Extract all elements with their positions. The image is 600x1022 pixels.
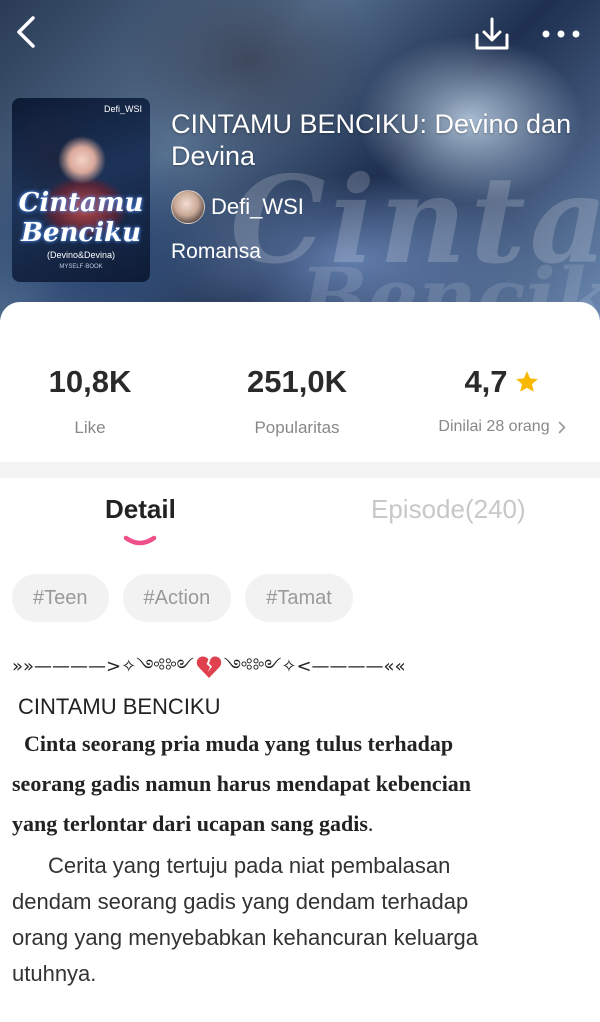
chevron-left-icon (17, 16, 35, 48)
synopsis: »»————>✧༺༻ ༺༻✧<————«« CINTAMU BENCIKU Ci… (12, 652, 592, 992)
tag-action[interactable]: #Action (122, 574, 232, 622)
synopsis-bold-line: Cinta seorang pria muda yang tulus terha… (24, 731, 454, 756)
cover-author-tag: Defi_WSI (103, 104, 142, 114)
hero-banner: Cintamu Benciku Defi_WSI Cintamu Benciku… (0, 0, 600, 320)
detail-sheet: 10,8K Like 251,0K Popularitas 4,7 Dinila… (0, 302, 600, 1022)
like-label: Like (74, 418, 106, 437)
stat-popularity: 251,0K Popularitas (217, 362, 377, 438)
chevron-right-icon (558, 421, 566, 433)
decorative-divider: »»————>✧༺༻ ༺༻✧<————«« (12, 652, 592, 682)
synopsis-bold-line: yang terlontar dari ucapan sang gadis (12, 811, 368, 836)
tab-bar: Detail Episode(240) (0, 494, 600, 554)
synopsis-bold-line: seorang gadis namun harus mendapat keben… (12, 771, 472, 796)
download-icon (475, 17, 509, 50)
synopsis-bold-line-3: yang terlontar dari ucapan sang gadis. (12, 804, 592, 844)
cover-title-line1: Cintamu (18, 188, 144, 218)
rating-value: 4,7 (464, 364, 508, 399)
more-horizontal-icon (542, 30, 580, 38)
decoration-right: ༺༻✧<————«« (223, 656, 406, 677)
download-button[interactable] (470, 12, 514, 56)
stat-like: 10,8K Like (20, 362, 160, 438)
tag-tamat[interactable]: #Tamat (245, 574, 353, 622)
book-title: CINTAMU BENCIKU: Devino dan Devina (171, 109, 572, 171)
cover-title-line2: Benciku (20, 218, 142, 248)
synopsis-line: utuhnya. (12, 961, 97, 986)
tag-teen[interactable]: #Teen (12, 574, 109, 622)
tab-episode[interactable]: Episode(240) (371, 494, 526, 525)
synopsis-title: CINTAMU BENCIKU (18, 694, 221, 719)
popularity-value: 251,0K (247, 364, 347, 399)
synopsis-line: orang yang menyebabkan kehancuran keluar… (12, 925, 478, 950)
tab-active-indicator (123, 535, 157, 546)
more-options-button[interactable] (538, 18, 584, 50)
cover-small-text: MYSELF·BOOK (59, 264, 103, 270)
broken-heart-icon (196, 656, 222, 678)
synopsis-line: dendam seorang gadis yang dendam terhada… (12, 889, 469, 914)
tag-list: #Teen #Action #Tamat (12, 574, 353, 622)
section-divider (0, 462, 600, 478)
rating-label-row: Dinilai 28 orang (422, 418, 582, 436)
author-link[interactable]: Defi_WSI (171, 190, 304, 224)
decoration-left: »»————>✧༺༻ (12, 656, 194, 677)
popularity-label: Popularitas (254, 418, 340, 437)
synopsis-bold-paragraph: Cinta seorang pria muda yang tulus terha… (12, 724, 592, 844)
avatar (171, 190, 205, 224)
synopsis-line: Cerita yang tertuju pada niat pembalasan (48, 853, 451, 878)
star-icon (515, 371, 538, 392)
stat-rating[interactable]: 4,7 Dinilai 28 orang (422, 362, 582, 436)
cover-subtitle: (Devino&Devina) (46, 250, 116, 260)
tab-detail[interactable]: Detail (105, 494, 176, 525)
synopsis-paragraph: Cerita yang tertuju pada niat pembalasan… (12, 848, 592, 992)
book-cover: Defi_WSI Cintamu Benciku (Devino&Devina)… (12, 98, 150, 282)
synopsis-period: . (367, 811, 374, 836)
like-value: 10,8K (48, 364, 132, 399)
author-name: Defi_WSI (211, 194, 304, 219)
back-button[interactable] (8, 12, 44, 52)
rating-label: Dinilai 28 orang (438, 418, 550, 435)
stats-row: 10,8K Like 251,0K Popularitas 4,7 Dinila… (0, 362, 600, 442)
rating-value-row: 4,7 (422, 362, 582, 402)
genre-label[interactable]: Romansa (171, 240, 261, 264)
